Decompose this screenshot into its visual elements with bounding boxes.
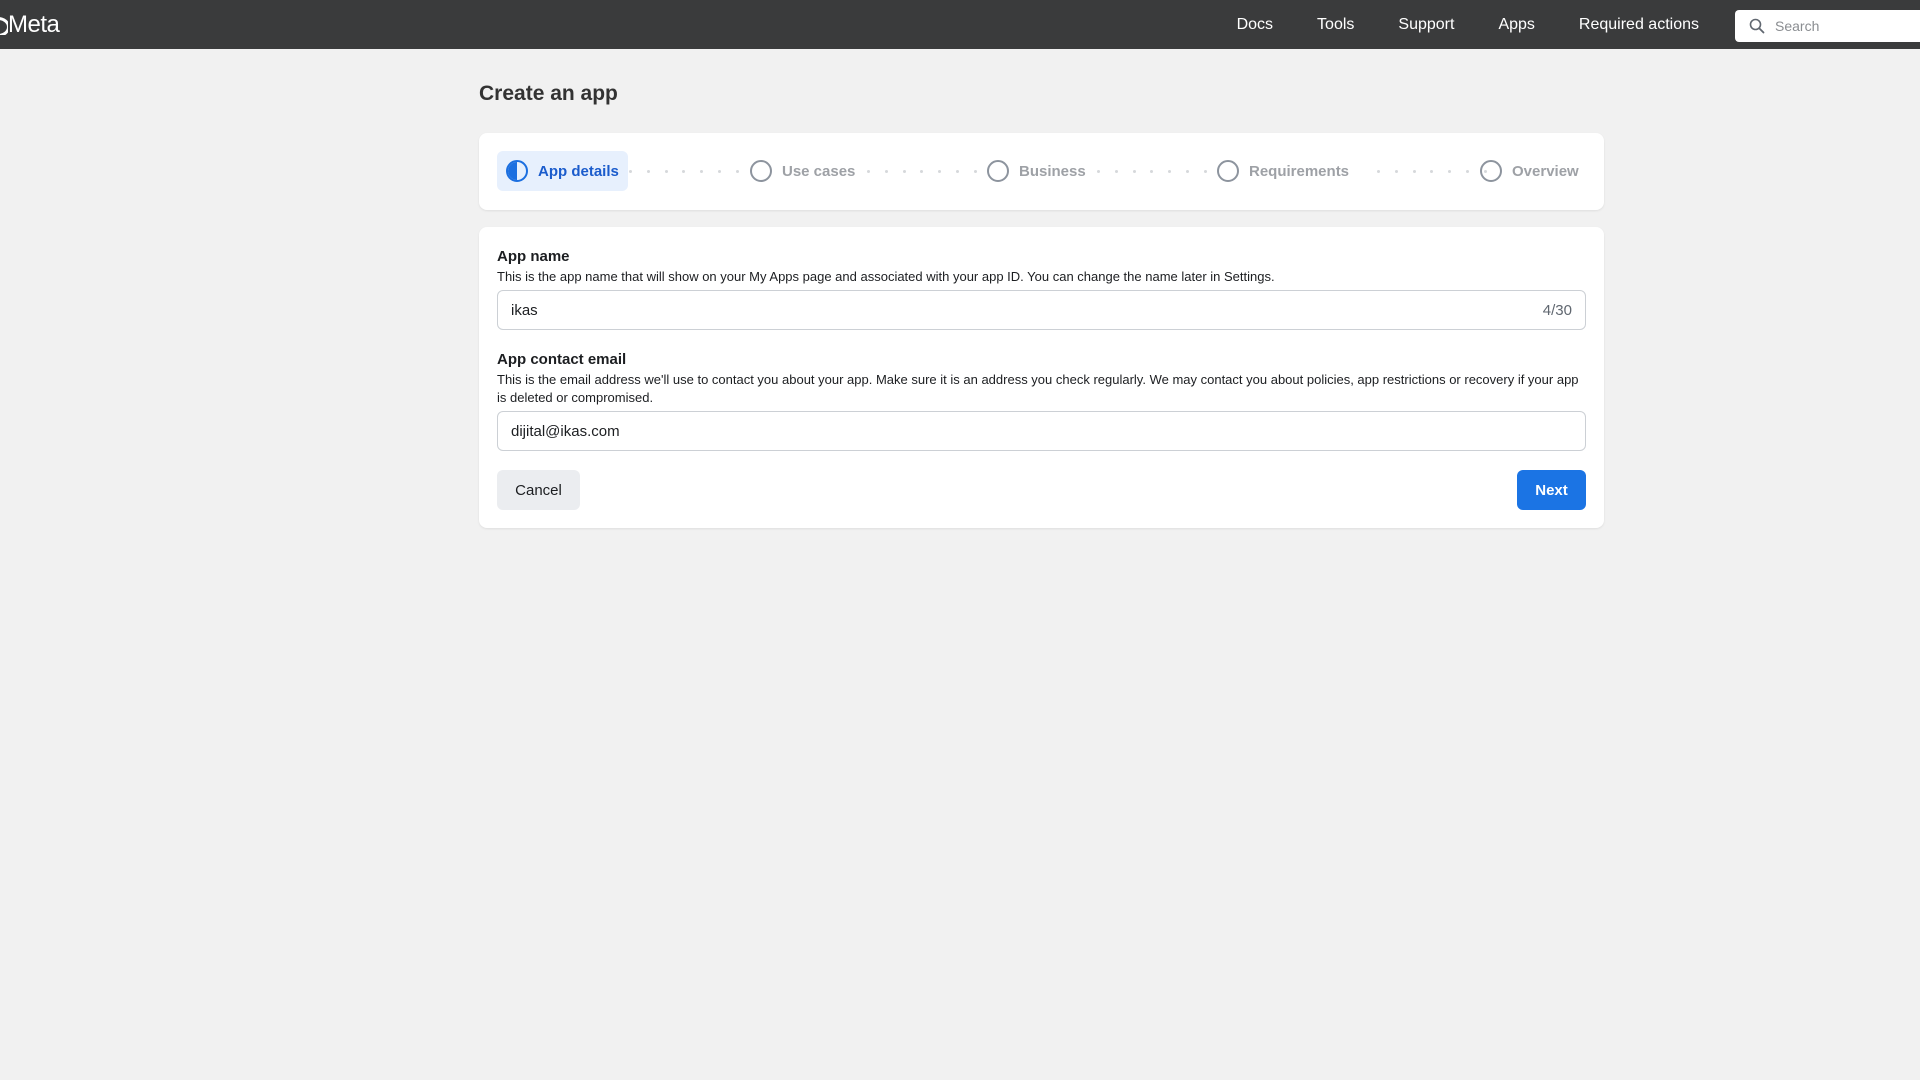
step-use-cases[interactable]: Use cases bbox=[750, 151, 855, 191]
step-label: Overview bbox=[1512, 162, 1579, 180]
step-requirements[interactable]: Requirements bbox=[1217, 151, 1349, 191]
step-connector bbox=[1097, 170, 1207, 174]
main-nav: Docs Tools Support Apps Required actions bbox=[1237, 0, 1699, 49]
step-connector bbox=[1377, 170, 1487, 174]
progress-stepper: App details Use cases Business Requireme… bbox=[479, 133, 1604, 210]
app-name-input[interactable]: ikas 4/30 bbox=[497, 290, 1586, 330]
contact-email-input[interactable]: dijital@ikas.com bbox=[497, 411, 1586, 451]
character-counter: 4/30 bbox=[1542, 301, 1572, 319]
cancel-button[interactable]: Cancel bbox=[497, 470, 580, 510]
app-name-label: App name bbox=[497, 248, 570, 265]
nav-required-actions[interactable]: Required actions bbox=[1579, 16, 1699, 34]
search-input[interactable] bbox=[1775, 18, 1915, 34]
nav-docs[interactable]: Docs bbox=[1237, 16, 1273, 34]
step-overview[interactable]: Overview bbox=[1480, 151, 1579, 191]
empty-circle-icon bbox=[987, 160, 1009, 182]
search-box[interactable] bbox=[1735, 10, 1920, 42]
nav-apps[interactable]: Apps bbox=[1498, 16, 1534, 34]
step-label: Business bbox=[1019, 162, 1086, 180]
empty-circle-icon bbox=[1480, 160, 1502, 182]
meta-logo-icon bbox=[0, 15, 8, 35]
search-icon bbox=[1749, 18, 1765, 34]
empty-circle-icon bbox=[1217, 160, 1239, 182]
step-connector bbox=[629, 170, 739, 174]
meta-logo[interactable]: Meta bbox=[0, 10, 60, 40]
step-connector bbox=[867, 170, 977, 174]
top-navigation-bar: Meta Docs Tools Support Apps Required ac… bbox=[0, 0, 1920, 49]
nav-support[interactable]: Support bbox=[1398, 16, 1454, 34]
nav-tools[interactable]: Tools bbox=[1317, 16, 1354, 34]
page-title: Create an app bbox=[479, 82, 618, 105]
contact-email-label: App contact email bbox=[497, 351, 627, 368]
next-button[interactable]: Next bbox=[1517, 470, 1586, 510]
brand-name: Meta bbox=[8, 11, 60, 38]
step-business[interactable]: Business bbox=[987, 151, 1086, 191]
step-label: Use cases bbox=[782, 162, 856, 180]
app-name-help: This is the app name that will show on y… bbox=[497, 269, 1275, 284]
step-label: Requirements bbox=[1249, 162, 1350, 180]
step-label: App details bbox=[538, 162, 619, 180]
empty-circle-icon bbox=[750, 160, 772, 182]
half-filled-circle-icon bbox=[506, 160, 528, 182]
app-name-value: ikas bbox=[511, 301, 538, 319]
app-details-form: App name This is the app name that will … bbox=[479, 227, 1604, 528]
step-app-details[interactable]: App details bbox=[497, 151, 628, 191]
contact-email-help: This is the email address we'll use to c… bbox=[497, 372, 1579, 405]
contact-email-value: dijital@ikas.com bbox=[511, 422, 620, 440]
